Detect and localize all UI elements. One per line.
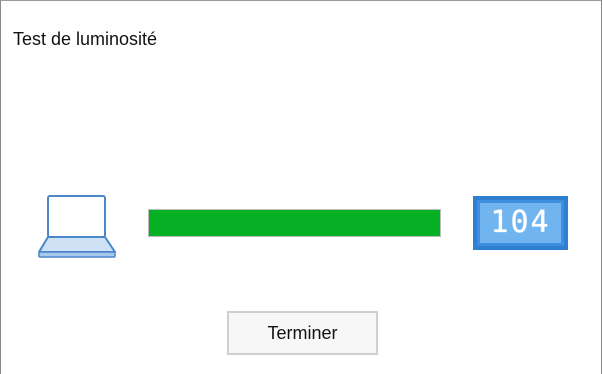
brightness-value-text: 104 [490,205,551,240]
brightness-test-window: Test de luminosité 104 Terminer [0,0,602,374]
window-title: Test de luminosité [13,29,158,49]
brightness-progress-fill [149,210,440,236]
brightness-progress-bar [148,209,441,237]
laptop-icon [37,194,117,260]
brightness-value-display: 104 [473,196,568,250]
display-face: 104 [480,203,561,243]
finish-button[interactable]: Terminer [227,311,378,355]
